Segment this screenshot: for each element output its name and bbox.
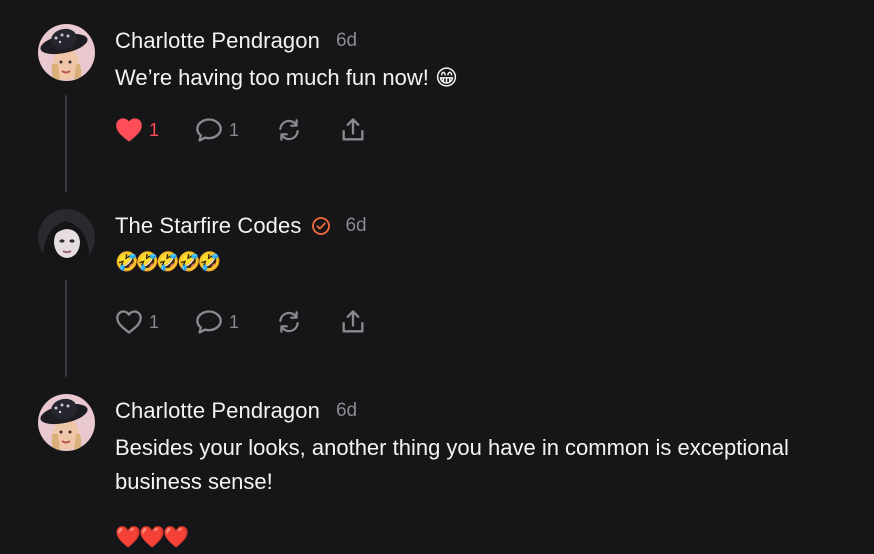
post-time[interactable]: 6d bbox=[336, 30, 357, 52]
heart-icon bbox=[116, 118, 142, 142]
like-button[interactable]: 1 bbox=[115, 309, 159, 335]
reply-count: 1 bbox=[229, 311, 240, 332]
post-3: Charlotte Pendragon 6d Besides your look… bbox=[115, 396, 874, 550]
reply-count: 1 bbox=[229, 119, 240, 140]
like-button[interactable]: 1 bbox=[115, 117, 159, 143]
repost-icon bbox=[279, 311, 299, 333]
avatar-charlotte-pendragon[interactable] bbox=[38, 24, 95, 81]
post-text: We’re having too much fun now! 😁 bbox=[115, 65, 458, 90]
post-2: The Starfire Codes 6d 🤣🤣🤣🤣🤣 1 1 bbox=[115, 211, 874, 337]
post-hearts: ❤️❤️❤️ bbox=[115, 525, 189, 549]
post-1: Charlotte Pendragon 6d We’re having too … bbox=[115, 26, 874, 145]
post-text: Besides your looks, another thing you ha… bbox=[115, 435, 789, 494]
thread-line-2 bbox=[65, 280, 67, 377]
like-count: 1 bbox=[149, 311, 160, 332]
reply-button[interactable]: 1 bbox=[195, 309, 239, 335]
post-text: 🤣🤣🤣🤣🤣 bbox=[115, 251, 221, 273]
post-time[interactable]: 6d bbox=[345, 215, 366, 237]
like-count: 1 bbox=[149, 119, 160, 140]
avatar-charlotte-pendragon[interactable] bbox=[38, 394, 95, 451]
comment-icon bbox=[196, 118, 222, 142]
author-name[interactable]: Charlotte Pendragon bbox=[115, 28, 320, 54]
thread-line-1 bbox=[65, 95, 67, 192]
post-header: The Starfire Codes 6d bbox=[115, 211, 874, 241]
post-header: Charlotte Pendragon 6d bbox=[115, 396, 874, 426]
share-button[interactable] bbox=[339, 308, 367, 336]
post-actions: 1 1 bbox=[115, 115, 874, 145]
author-name[interactable]: Charlotte Pendragon bbox=[115, 398, 320, 424]
share-icon bbox=[342, 310, 364, 333]
reply-button[interactable]: 1 bbox=[195, 117, 239, 143]
verified-badge-icon bbox=[312, 217, 331, 235]
repost-icon bbox=[279, 119, 299, 141]
heart-icon bbox=[116, 310, 142, 334]
author-name[interactable]: The Starfire Codes bbox=[115, 213, 301, 239]
repost-button[interactable] bbox=[275, 117, 303, 143]
avatar-the-starfire-codes[interactable] bbox=[38, 209, 95, 266]
post-time[interactable]: 6d bbox=[336, 400, 357, 422]
repost-button[interactable] bbox=[275, 309, 303, 335]
share-icon bbox=[342, 118, 364, 141]
post-header: Charlotte Pendragon 6d bbox=[115, 26, 874, 56]
post-actions: 1 1 bbox=[115, 307, 874, 337]
comment-icon bbox=[196, 310, 222, 334]
share-button[interactable] bbox=[339, 116, 367, 144]
